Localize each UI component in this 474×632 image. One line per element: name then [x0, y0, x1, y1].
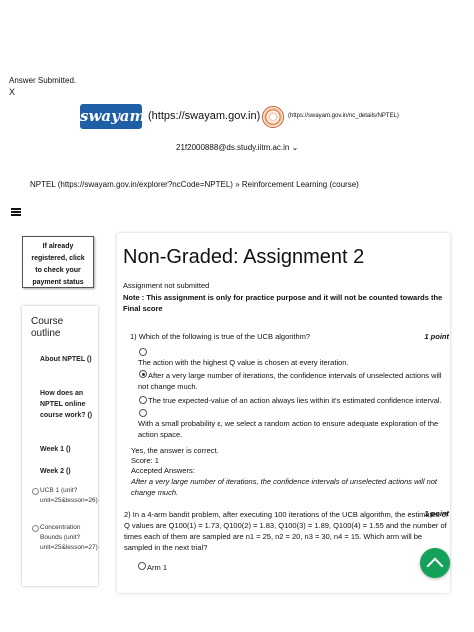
sidebar-item-how-course-works[interactable]: How does an NPTEL online course work? ()	[40, 388, 96, 421]
q1-correct-text: Yes, the answer is correct.	[131, 446, 219, 455]
q1-option-3-label: The true expected-value of an action alw…	[148, 396, 442, 405]
payment-status-line: registered, click	[31, 255, 85, 262]
nptel-emblem-icon[interactable]	[262, 106, 284, 128]
sidebar-item-week-1[interactable]: Week 1 ()	[40, 444, 96, 455]
course-outline-title: Course outline	[31, 316, 64, 339]
payment-status-line: If already	[42, 243, 74, 250]
chevron-up-icon	[426, 557, 444, 575]
nptel-link[interactable]: (https://swayam.gov.in/nc_details/NPTEL)	[288, 113, 399, 119]
breadcrumb[interactable]: NPTEL (https://swayam.gov.in/explorer?nc…	[30, 180, 359, 189]
assignment-note: Note : This assignment is only for pract…	[123, 293, 443, 313]
q1-accepted-answer: After a very large number of iterations,…	[131, 477, 437, 497]
q1-feedback: Yes, the answer is correct. Score: 1	[131, 446, 219, 466]
assignment-status: Assignment not submitted	[123, 281, 210, 290]
q1-option-1-label: The action with the highest Q value is c…	[138, 358, 349, 367]
question-1-text: 1) Which of the following is true of the…	[130, 332, 311, 341]
q1-option-1-radio[interactable]	[139, 348, 147, 356]
question-2-points: 1 point	[424, 509, 449, 518]
page-title: Non-Graded: Assignment 2	[123, 246, 365, 268]
hamburger-menu-icon[interactable]	[11, 208, 21, 216]
swayam-link[interactable]: (https://swayam.gov.in)	[148, 110, 260, 122]
answer-submitted-text: Answer Submitted.	[9, 76, 77, 85]
q1-option-4-radio[interactable]	[139, 409, 147, 417]
sidebar-item-week-2[interactable]: Week 2 ()	[40, 466, 96, 477]
payment-status-line: to check your	[35, 267, 81, 274]
q1-option-4-label: With a small probability ε, we select a …	[138, 419, 439, 439]
scroll-to-top-button[interactable]	[420, 548, 450, 578]
payment-status-line: payment status	[32, 279, 84, 286]
q1-accepted-label: Accepted Answers:	[131, 466, 195, 475]
swayam-logo[interactable]: swayam	[80, 104, 145, 129]
lesson-status-icon	[32, 488, 39, 495]
q2-option-1-radio[interactable]	[138, 562, 146, 570]
q1-score: Score: 1	[131, 456, 159, 465]
close-button[interactable]: X	[9, 87, 15, 97]
sidebar-item-about-nptel[interactable]: About NPTEL ()	[40, 354, 96, 365]
question-2-text: 2) In a 4-arm bandit problem, after exec…	[124, 510, 448, 552]
payment-status-box[interactable]: If already registered, click to check yo…	[22, 236, 94, 288]
sidebar-subitem-concentration-bounds[interactable]: Concentration Bounds (unit?unit=25&lesso…	[40, 523, 98, 553]
sidebar-subitem-ucb1[interactable]: UCB 1 (unit?unit=25&lesson=26)	[40, 486, 98, 506]
question-1-points: 1 point	[424, 332, 449, 341]
q2-option-1-label: Arm 1	[147, 563, 168, 572]
user-menu[interactable]: 21f2000888@ds.study.iitm.ac.in ⌄	[176, 143, 298, 152]
q1-option-2-label: After a very large number of iterations,…	[138, 371, 442, 391]
lesson-status-icon	[32, 525, 39, 532]
